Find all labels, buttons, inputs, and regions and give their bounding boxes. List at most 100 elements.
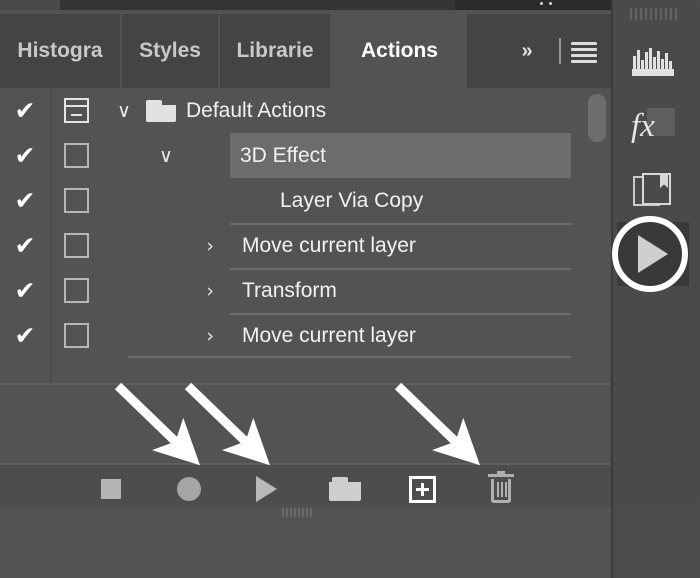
row-dialog-toggle-box[interactable] xyxy=(50,223,102,268)
create-new-set-button[interactable] xyxy=(323,469,367,509)
libraries-icon xyxy=(633,173,673,211)
row-label: Transform xyxy=(242,278,337,302)
histogram-icon xyxy=(632,48,674,76)
highlight-ring-annotation xyxy=(612,216,688,292)
list-scrollbar-thumb[interactable] xyxy=(588,94,606,142)
tab-actions[interactable]: Actions xyxy=(332,14,467,88)
row-body: ∨ 3D Effect xyxy=(102,133,611,178)
row-body: › Move current layer xyxy=(102,223,611,268)
tab-bar-tail: » xyxy=(467,14,611,88)
row-content: Layer Via Copy xyxy=(102,178,423,223)
tab-histogram[interactable]: Histogra xyxy=(0,14,122,88)
panel-resize-gripper[interactable] xyxy=(282,508,312,517)
tab-styles-label: Styles xyxy=(139,39,201,62)
begin-recording-button[interactable] xyxy=(167,469,211,509)
row-content: ∨ Default Actions xyxy=(102,88,326,133)
app-top-chrome-strip xyxy=(0,0,700,10)
row-body: › Transform xyxy=(102,268,611,313)
screenshot-root: Histogra Styles Librarie Actions » ✔ ∨ D… xyxy=(0,0,700,578)
tab-libraries[interactable]: Librarie xyxy=(220,14,332,88)
row-label: Default Actions xyxy=(186,98,327,122)
panel-tab-bar: Histogra Styles Librarie Actions » xyxy=(0,14,611,88)
top-chrome-dots xyxy=(540,2,564,6)
tab-bar-divider xyxy=(559,38,561,64)
folder-icon xyxy=(146,99,176,122)
dock-gripper[interactable] xyxy=(630,8,677,20)
stop-playing-button[interactable] xyxy=(89,469,133,509)
tab-libraries-label: Librarie xyxy=(236,39,314,62)
fx-icon: fx xyxy=(631,108,675,148)
actions-list[interactable]: ✔ ∨ Default Actions ✔ ∨ 3D Effect ✔ Laye… xyxy=(0,88,611,383)
twisty-spacer xyxy=(102,178,230,223)
lower-canvas-area xyxy=(0,507,611,578)
twisty-glyph: ∨ xyxy=(117,99,131,122)
dock-libraries-button[interactable] xyxy=(617,160,689,224)
check-glyph: ✔ xyxy=(14,96,36,125)
row-body: › Move current layer xyxy=(102,313,611,358)
twisty-glyph: › xyxy=(206,324,214,347)
actions-panel: Histogra Styles Librarie Actions » ✔ ∨ D… xyxy=(0,10,611,517)
row-content: › Move current layer xyxy=(102,313,416,358)
check-glyph: ✔ xyxy=(14,186,36,215)
play-selection-button[interactable] xyxy=(245,469,289,509)
row-dialog-toggle-box[interactable] xyxy=(50,268,102,313)
check-glyph: ✔ xyxy=(14,321,36,350)
row-checkmark-icon[interactable]: ✔ xyxy=(0,178,50,223)
row-content: › Transform xyxy=(102,268,337,313)
overflow-label: » xyxy=(521,39,532,62)
row-checkmark-icon[interactable]: ✔ xyxy=(0,313,50,358)
row-dialog-toggle-box[interactable] xyxy=(50,313,102,358)
chevron-down-icon[interactable]: ∨ xyxy=(102,88,146,133)
twisty-glyph: › xyxy=(206,234,214,257)
check-glyph: ✔ xyxy=(14,276,36,305)
row-label: Move current layer xyxy=(242,323,416,347)
create-new-action-button[interactable] xyxy=(401,469,445,509)
twisty-glyph: › xyxy=(206,279,214,302)
record-circle-icon xyxy=(176,477,201,501)
trash-icon xyxy=(487,471,514,504)
row-label: Layer Via Copy xyxy=(280,188,424,212)
row-body: Layer Via Copy xyxy=(102,178,611,223)
chevron-right-icon[interactable]: › xyxy=(102,223,230,268)
play-triangle-icon xyxy=(256,476,277,502)
table-row[interactable]: ✔ › Move current layer xyxy=(0,313,611,358)
row-dialog-toggle-icon[interactable] xyxy=(50,88,102,133)
panel-menu-hamburger-icon[interactable] xyxy=(571,14,597,88)
row-body: ∨ Default Actions xyxy=(102,88,611,133)
stop-square-icon xyxy=(100,479,121,499)
plus-box-icon xyxy=(409,475,436,503)
chevron-right-icon[interactable]: › xyxy=(102,268,230,313)
row-checkmark-icon[interactable]: ✔ xyxy=(0,268,50,313)
row-checkmark-icon[interactable]: ✔ xyxy=(0,88,50,133)
tab-actions-label: Actions xyxy=(360,39,438,62)
row-content: ∨ 3D Effect xyxy=(102,133,326,178)
row-label: Move current layer xyxy=(242,233,416,257)
tab-styles[interactable]: Styles xyxy=(122,14,220,88)
list-bottom-separator xyxy=(128,356,571,358)
table-row[interactable]: ✔ ∨ 3D Effect xyxy=(0,133,611,178)
row-dialog-toggle-box[interactable] xyxy=(50,178,102,223)
row-dialog-toggle-box[interactable] xyxy=(50,133,102,178)
dock-histogram-button[interactable] xyxy=(617,30,689,94)
chevron-down-icon[interactable]: ∨ xyxy=(102,133,230,178)
row-label: 3D Effect xyxy=(240,143,326,167)
check-glyph: ✔ xyxy=(14,231,36,260)
top-chrome-mid-segment xyxy=(60,0,455,10)
delete-button[interactable] xyxy=(479,469,523,509)
row-checkmark-icon[interactable]: ✔ xyxy=(0,133,50,178)
check-glyph: ✔ xyxy=(14,141,36,170)
table-row[interactable]: ✔ › Transform xyxy=(0,268,611,313)
folder-icon xyxy=(328,477,361,501)
table-row[interactable]: ✔ › Move current layer xyxy=(0,223,611,268)
table-row[interactable]: ✔ Layer Via Copy xyxy=(0,178,611,223)
chevron-double-right-icon[interactable]: » xyxy=(503,14,549,88)
twisty-glyph: ∨ xyxy=(159,144,173,167)
list-empty-area xyxy=(0,383,611,463)
row-content: › Move current layer xyxy=(102,223,416,268)
row-checkmark-icon[interactable]: ✔ xyxy=(0,223,50,268)
chevron-right-icon[interactable]: › xyxy=(102,313,230,358)
table-row[interactable]: ✔ ∨ Default Actions xyxy=(0,88,611,133)
actions-toolbar xyxy=(0,463,611,513)
dock-styles-button[interactable]: fx xyxy=(617,96,689,160)
top-chrome-left-segment xyxy=(0,0,60,10)
